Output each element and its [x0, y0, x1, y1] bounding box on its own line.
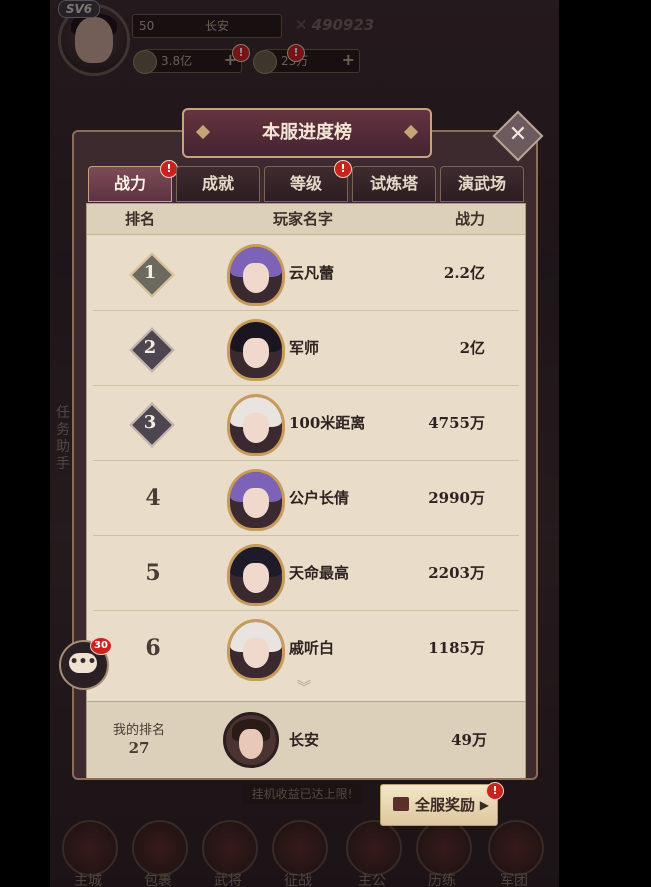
- avatar: [227, 544, 285, 606]
- rank-3-badge-icon: 3: [129, 402, 175, 448]
- player-power: 4755万: [428, 414, 485, 432]
- avatar: [227, 394, 285, 456]
- player-power: 2990万: [428, 489, 485, 507]
- panel-title: 本服进度榜: [262, 122, 352, 143]
- avatar: [223, 712, 279, 768]
- server-reward-label: 全服奖励: [415, 796, 476, 814]
- player-name: 公户长倩: [289, 489, 350, 507]
- table-row[interactable]: 1 云凡蕾 2.2亿: [93, 236, 519, 311]
- title-plate: 本服进度榜: [182, 108, 432, 158]
- table-row[interactable]: 6 戚听白 1185万: [93, 611, 519, 685]
- player-name: 100米距离: [289, 414, 366, 432]
- reward-alert-badge: !: [486, 782, 504, 800]
- player-power: 2203万: [428, 564, 485, 582]
- gift-icon: [393, 797, 409, 811]
- my-rank-row: 我的排名 27 长安 49万: [87, 701, 525, 778]
- player-name: 天命最高: [289, 564, 350, 582]
- avatar: [227, 244, 285, 306]
- rank-2-badge-icon: 2: [129, 327, 175, 373]
- ranking-tabs: 战力 ! 成就 等级 ! 试炼塔 演武场: [88, 160, 524, 202]
- chat-unread-badge: 30: [90, 637, 112, 655]
- tab-level-badge: !: [334, 160, 352, 178]
- player-name: 戚听白: [289, 639, 335, 657]
- my-rank: 我的排名 27: [109, 722, 169, 757]
- player-name: 军师: [289, 339, 320, 357]
- avatar: [227, 469, 285, 531]
- close-icon: ✕: [508, 122, 528, 147]
- rank-number: 5: [145, 560, 161, 586]
- table-header: 排名 玩家名字 战力: [87, 204, 525, 235]
- player-power: 1185万: [428, 639, 485, 657]
- table-row[interactable]: 2 军师 2亿: [93, 311, 519, 386]
- server-progress-ranking-panel: 本服进度榜 ✕ 战力 ! 成就 等级 ! 试炼塔 演武场 排名 玩家名字 战力 …: [72, 108, 544, 780]
- rank-number: 4: [145, 485, 161, 511]
- ranking-list: 排名 玩家名字 战力 1 云凡蕾 2.2亿 2 军师 2亿 3 100米距离 4…: [86, 203, 526, 778]
- player-power: 2.2亿: [443, 264, 485, 282]
- player-name: 云凡蕾: [289, 264, 335, 282]
- table-row[interactable]: 5 天命最高 2203万: [93, 536, 519, 611]
- table-row[interactable]: 4 公户长倩 2990万: [93, 461, 519, 536]
- my-rank-value: 27: [128, 739, 150, 757]
- table-row[interactable]: 3 100米距离 4755万: [93, 386, 519, 461]
- rank-number: 6: [145, 635, 161, 661]
- rank-1-badge-icon: 1: [129, 252, 175, 298]
- tab-achievement[interactable]: 成就: [176, 166, 260, 202]
- game-screen: SV6 50 长安 ✕490923 3.8亿 + ! 23万 + ! 任务助手 …: [0, 0, 651, 887]
- col-player-name: 玩家名字: [273, 210, 334, 228]
- my-player-name: 长安: [289, 731, 320, 749]
- my-rank-label: 我的排名: [112, 723, 165, 738]
- server-reward-button[interactable]: 全服奖励 ▶: [380, 784, 498, 826]
- col-rank: 排名: [125, 210, 156, 228]
- avatar: [227, 319, 285, 381]
- avatar: [227, 619, 285, 681]
- player-power: 2亿: [459, 339, 485, 357]
- col-power: 战力: [455, 210, 486, 228]
- tab-trial-tower[interactable]: 试炼塔: [352, 166, 436, 202]
- tab-arena[interactable]: 演武场: [440, 166, 524, 202]
- my-player-power: 49万: [451, 731, 487, 749]
- scroll-down-chevron-icon[interactable]: ︾: [297, 677, 311, 697]
